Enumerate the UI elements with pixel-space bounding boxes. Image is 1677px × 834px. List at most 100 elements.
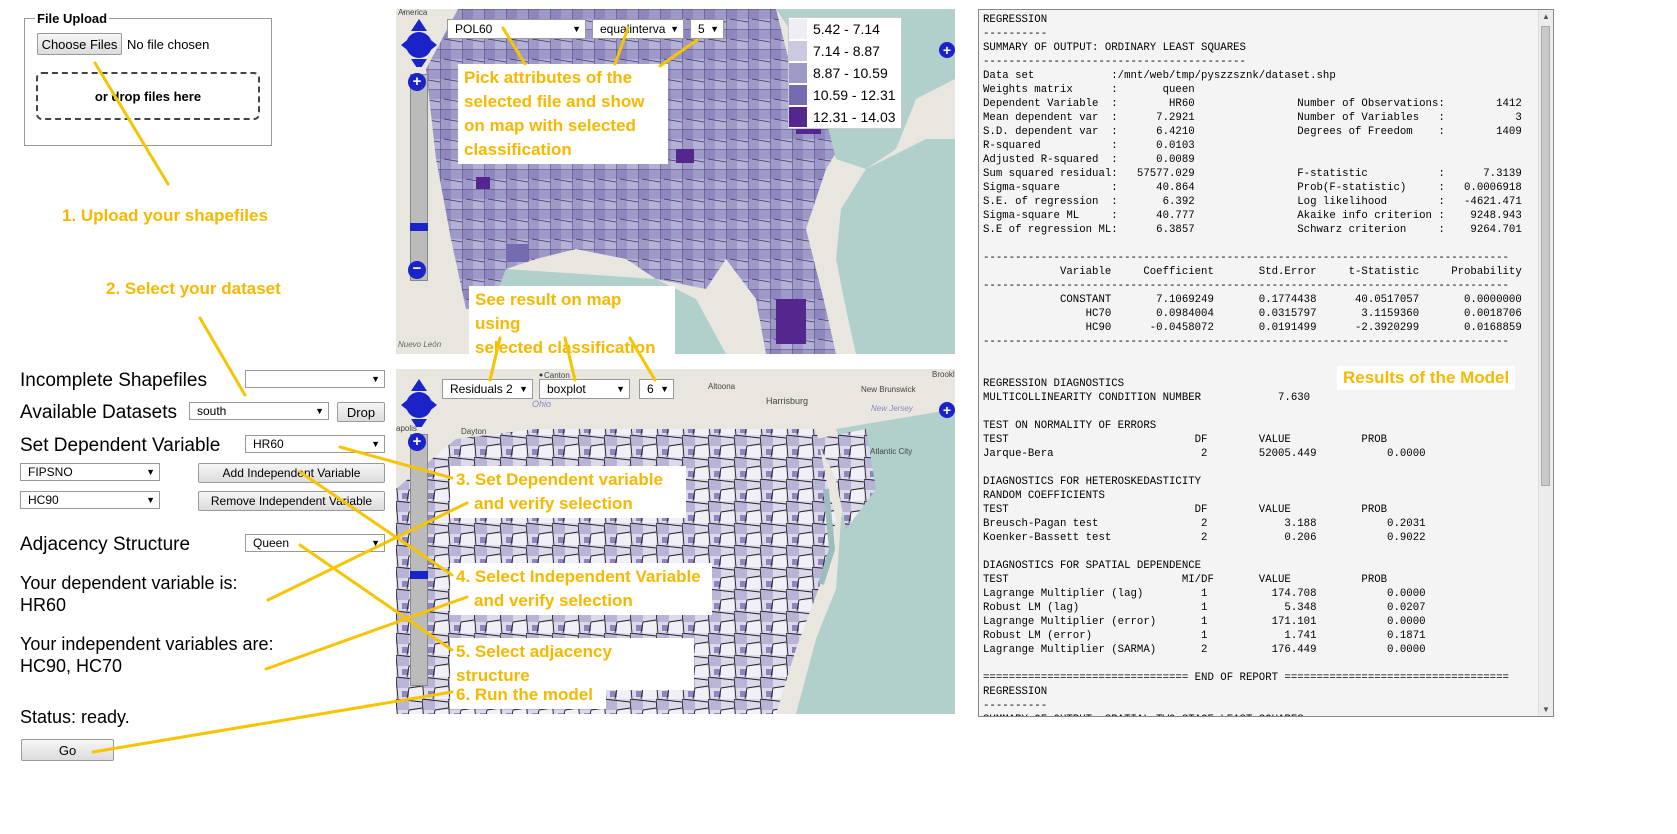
result-classification-select[interactable]: boxplot ▼ bbox=[539, 379, 630, 399]
drop-zone[interactable]: or drop files here bbox=[36, 72, 260, 120]
independent-info: Your independent variables are: HC90, HC… bbox=[20, 633, 274, 677]
map-attribute-select[interactable]: POL60 ▼ bbox=[447, 19, 586, 39]
result-classes-select[interactable]: 6 ▼ bbox=[639, 379, 674, 399]
layer-switcher-icon[interactable]: + bbox=[939, 402, 955, 418]
step-1-label: 1. Upload your shapefiles bbox=[62, 206, 268, 225]
callout-line: See result on map using bbox=[475, 290, 622, 333]
scroll-down-icon[interactable]: ▼ bbox=[1542, 705, 1550, 714]
legend-row: 5.42 - 7.14 bbox=[789, 18, 901, 40]
legend-range: 10.59 - 12.31 bbox=[813, 87, 896, 103]
incomplete-shapefiles-label: Incomplete Shapefiles bbox=[20, 370, 207, 391]
available-datasets-label: Available Datasets bbox=[20, 402, 178, 423]
callout-line: 4. Select Independent Variable bbox=[456, 567, 701, 586]
report-scrollbar[interactable]: ▲ ▼ bbox=[1538, 10, 1553, 716]
map-classification-select[interactable]: equalinterva ▼ bbox=[592, 19, 684, 39]
america-label: America bbox=[398, 9, 428, 17]
legend-swatch bbox=[789, 85, 807, 105]
go-button[interactable]: Go bbox=[21, 739, 114, 761]
adjacency-structure-select[interactable]: Queen ▼ bbox=[245, 534, 385, 552]
step-2-label: 2. Select your dataset bbox=[106, 279, 281, 298]
legend-swatch bbox=[789, 41, 807, 61]
nuevo-leon-label: Nuevo León bbox=[398, 340, 442, 349]
remove-independent-variable-button[interactable]: Remove Independent Variable bbox=[198, 491, 385, 511]
legend-row: 12.31 - 14.03 bbox=[789, 106, 901, 128]
scroll-thumb[interactable] bbox=[1541, 26, 1550, 486]
pan-control-icon[interactable] bbox=[401, 19, 437, 67]
map-classification-value: equalinterva bbox=[600, 22, 666, 36]
chevron-down-icon: ▼ bbox=[616, 384, 625, 394]
result-attribute-value: Residuals 2 bbox=[450, 382, 513, 396]
zoom-out-icon[interactable]: − bbox=[408, 261, 426, 279]
independent-variable-select-2[interactable]: HC90 ▼ bbox=[20, 491, 160, 509]
results-label: Results of the Model bbox=[1337, 366, 1516, 390]
dependent-info: Your dependent variable is: HR60 bbox=[20, 572, 238, 616]
chevron-down-icon: ▼ bbox=[146, 467, 155, 477]
map-legend: 5.42 - 7.14 7.14 - 8.87 8.87 - 10.59 10.… bbox=[788, 17, 902, 129]
dependent-variable-select[interactable]: HR60 ▼ bbox=[245, 435, 385, 453]
report-text: REGRESSION ---------- SUMMARY OF OUTPUT:… bbox=[983, 14, 1522, 716]
callout-line: selected classification bbox=[475, 338, 656, 357]
zoom-handle[interactable] bbox=[410, 223, 428, 231]
zoom-slider[interactable] bbox=[410, 74, 428, 281]
available-datasets-select[interactable]: south ▼ bbox=[189, 402, 329, 420]
independent-info-value: HC90, HC70 bbox=[20, 656, 123, 676]
chevron-down-icon: ▼ bbox=[146, 495, 155, 505]
map-classes-value: 5 bbox=[698, 22, 705, 36]
choose-files-button[interactable]: Choose Files bbox=[37, 33, 122, 55]
no-file-label: No file chosen bbox=[127, 37, 210, 52]
dependent-variable-label: Set Dependent Variable bbox=[20, 435, 221, 456]
dayton-label: Dayton bbox=[461, 427, 486, 436]
callout-line: 6. Run the model bbox=[456, 685, 593, 704]
callout-line: Pick attributes of the bbox=[464, 68, 633, 87]
pan-control-icon[interactable] bbox=[401, 379, 437, 427]
legend-range: 5.42 - 7.14 bbox=[813, 21, 880, 37]
regression-report[interactable]: REGRESSION ---------- SUMMARY OF OUTPUT:… bbox=[978, 9, 1554, 717]
drop-zone-label: or drop files here bbox=[94, 88, 202, 104]
chevron-down-icon: ▼ bbox=[315, 406, 324, 416]
chevron-down-icon: ▼ bbox=[572, 24, 581, 34]
chevron-down-icon: ▼ bbox=[371, 439, 380, 449]
new-brunswick-label: New Brunswick bbox=[861, 385, 917, 394]
result-attribute-select[interactable]: Residuals 2 ▼ bbox=[442, 379, 533, 399]
callout-line: and verify selection bbox=[474, 494, 633, 513]
independent-variable-select-1[interactable]: FIPSNO ▼ bbox=[20, 463, 160, 481]
independent-variable-value-1: FIPSNO bbox=[28, 465, 73, 479]
chevron-down-icon: ▼ bbox=[519, 384, 528, 394]
chevron-down-icon: ▼ bbox=[371, 374, 380, 384]
incomplete-shapefiles-select[interactable]: ▼ bbox=[245, 370, 385, 388]
result-classes-value: 6 bbox=[647, 382, 654, 396]
dependent-info-value: HR60 bbox=[20, 595, 67, 615]
atlantic-city-label: Atlantic City bbox=[870, 447, 912, 456]
legend-row: 10.59 - 12.31 bbox=[789, 84, 901, 106]
map-top-callout: Pick attributes of the selected file and… bbox=[458, 64, 668, 164]
step-6-callout: 6. Run the model bbox=[450, 681, 606, 709]
step-4-callout: 4. Select Independent Variable and verif… bbox=[450, 563, 712, 615]
file-upload-legend: File Upload bbox=[37, 11, 108, 26]
legend-swatch bbox=[789, 63, 807, 83]
layer-switcher-icon[interactable]: + bbox=[939, 42, 955, 58]
ohio-label: Ohio bbox=[532, 399, 551, 409]
brooklyn-label: Brookl bbox=[932, 370, 955, 379]
adjacency-structure-value: Queen bbox=[253, 536, 290, 550]
step-3-callout: 3. Set Dependent variable and verify sel… bbox=[450, 466, 686, 518]
altoona-label: Altoona bbox=[708, 382, 736, 391]
zoom-handle[interactable] bbox=[410, 571, 428, 579]
callout-line: and verify selection bbox=[474, 591, 633, 610]
zoom-in-icon[interactable]: + bbox=[408, 433, 426, 451]
drop-button[interactable]: Drop bbox=[337, 402, 385, 422]
chevron-down-icon: ▼ bbox=[660, 384, 669, 394]
zoom-slider[interactable] bbox=[410, 434, 428, 686]
legend-row: 8.87 - 10.59 bbox=[789, 62, 901, 84]
add-independent-variable-button[interactable]: Add Independent Variable bbox=[198, 463, 385, 483]
map-classes-select[interactable]: 5 ▼ bbox=[690, 19, 724, 39]
chevron-down-icon: ▼ bbox=[710, 24, 719, 34]
legend-range: 8.87 - 10.59 bbox=[813, 65, 888, 81]
new-jersey-label: New Jersey bbox=[871, 404, 914, 413]
map-attribute-value: POL60 bbox=[455, 22, 493, 36]
scroll-up-icon[interactable]: ▲ bbox=[1542, 12, 1550, 21]
map-bottom-callout: See result on map using selected classif… bbox=[469, 286, 675, 362]
zoom-in-icon[interactable]: + bbox=[408, 73, 426, 91]
independent-info-label: Your independent variables are: bbox=[20, 634, 274, 654]
result-classification-value: boxplot bbox=[547, 382, 586, 396]
dependent-variable-value: HR60 bbox=[253, 437, 284, 451]
